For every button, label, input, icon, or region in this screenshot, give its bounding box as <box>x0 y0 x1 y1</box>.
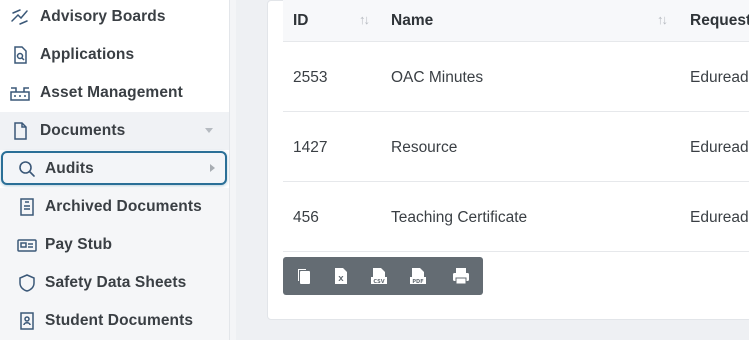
shield-icon <box>17 273 37 293</box>
student-document-icon <box>17 311 37 331</box>
sidebar-item-label: Safety Data Sheets <box>45 274 187 291</box>
sidebar-item-audits[interactable]: Audits <box>0 150 229 188</box>
chevron-right-icon <box>210 164 215 172</box>
applications-icon <box>10 45 30 65</box>
excel-glyph: X <box>338 275 344 283</box>
cell-id: 456 <box>293 209 319 226</box>
export-toolbar: X CSV PDF <box>283 257 483 295</box>
excel-icon[interactable]: X <box>330 265 352 287</box>
table-header: ID ↑↓ Name ↑↓ Request <box>283 0 749 42</box>
pdf-glyph: PDF <box>412 279 423 285</box>
column-header-id[interactable]: ID <box>293 12 309 30</box>
sort-icon[interactable]: ↑↓ <box>657 12 668 27</box>
cell-name: Resource <box>391 139 458 156</box>
sidebar-item-asset-management[interactable]: Asset Management <box>0 74 229 112</box>
pdf-icon[interactable]: PDF <box>407 265 429 287</box>
chevron-down-icon <box>205 128 213 133</box>
sidebar: Advisory Boards Applications Asset Manag… <box>0 0 230 340</box>
table-row[interactable]: 1427 Resource Eduread <box>283 112 749 182</box>
table-row[interactable]: 2553 OAC Minutes Eduread <box>283 42 749 112</box>
cell-id: 1427 <box>293 139 328 156</box>
copy-icon[interactable] <box>293 265 315 287</box>
column-header-name[interactable]: Name <box>391 12 433 30</box>
sidebar-item-applications[interactable]: Applications <box>0 36 229 74</box>
sidebar-item-student-documents[interactable]: Student Documents <box>0 302 229 340</box>
cell-request: Eduread <box>690 209 749 226</box>
sidebar-item-label: Audits <box>45 160 94 177</box>
column-header-request[interactable]: Request <box>690 12 749 30</box>
sidebar-item-safety-data-sheets[interactable]: Safety Data Sheets <box>0 264 229 302</box>
sidebar-item-label: Documents <box>40 122 126 139</box>
sidebar-item-label: Advisory Boards <box>40 8 166 25</box>
sidebar-item-label: Asset Management <box>40 84 183 101</box>
advisory-boards-icon <box>10 7 30 27</box>
sidebar-item-label: Applications <box>40 46 135 63</box>
sidebar-divider <box>230 0 236 340</box>
csv-icon[interactable]: CSV <box>368 265 390 287</box>
search-icon <box>17 159 37 179</box>
sidebar-item-label: Archived Documents <box>45 198 202 215</box>
sidebar-item-pay-stub[interactable]: Pay Stub <box>0 226 229 264</box>
sidebar-item-advisory-boards[interactable]: Advisory Boards <box>0 0 229 36</box>
document-icon <box>10 121 30 141</box>
csv-glyph: CSV <box>373 279 384 285</box>
sort-icon[interactable]: ↑↓ <box>359 12 370 27</box>
cell-request: Eduread <box>690 139 749 156</box>
table-row[interactable]: 456 Teaching Certificate Eduread <box>283 182 749 252</box>
sidebar-item-documents[interactable]: Documents <box>0 112 229 150</box>
cell-id: 2553 <box>293 69 328 86</box>
archive-icon <box>17 197 37 217</box>
asset-management-icon <box>10 83 30 103</box>
print-icon[interactable] <box>450 265 472 287</box>
sidebar-item-label: Student Documents <box>45 312 194 329</box>
cell-name: OAC Minutes <box>391 69 484 86</box>
sidebar-item-label: Pay Stub <box>45 236 113 253</box>
cell-request: Eduread <box>690 69 749 86</box>
sidebar-item-archived-documents[interactable]: Archived Documents <box>0 188 229 226</box>
cell-name: Teaching Certificate <box>391 209 528 226</box>
pay-stub-icon <box>17 235 37 255</box>
